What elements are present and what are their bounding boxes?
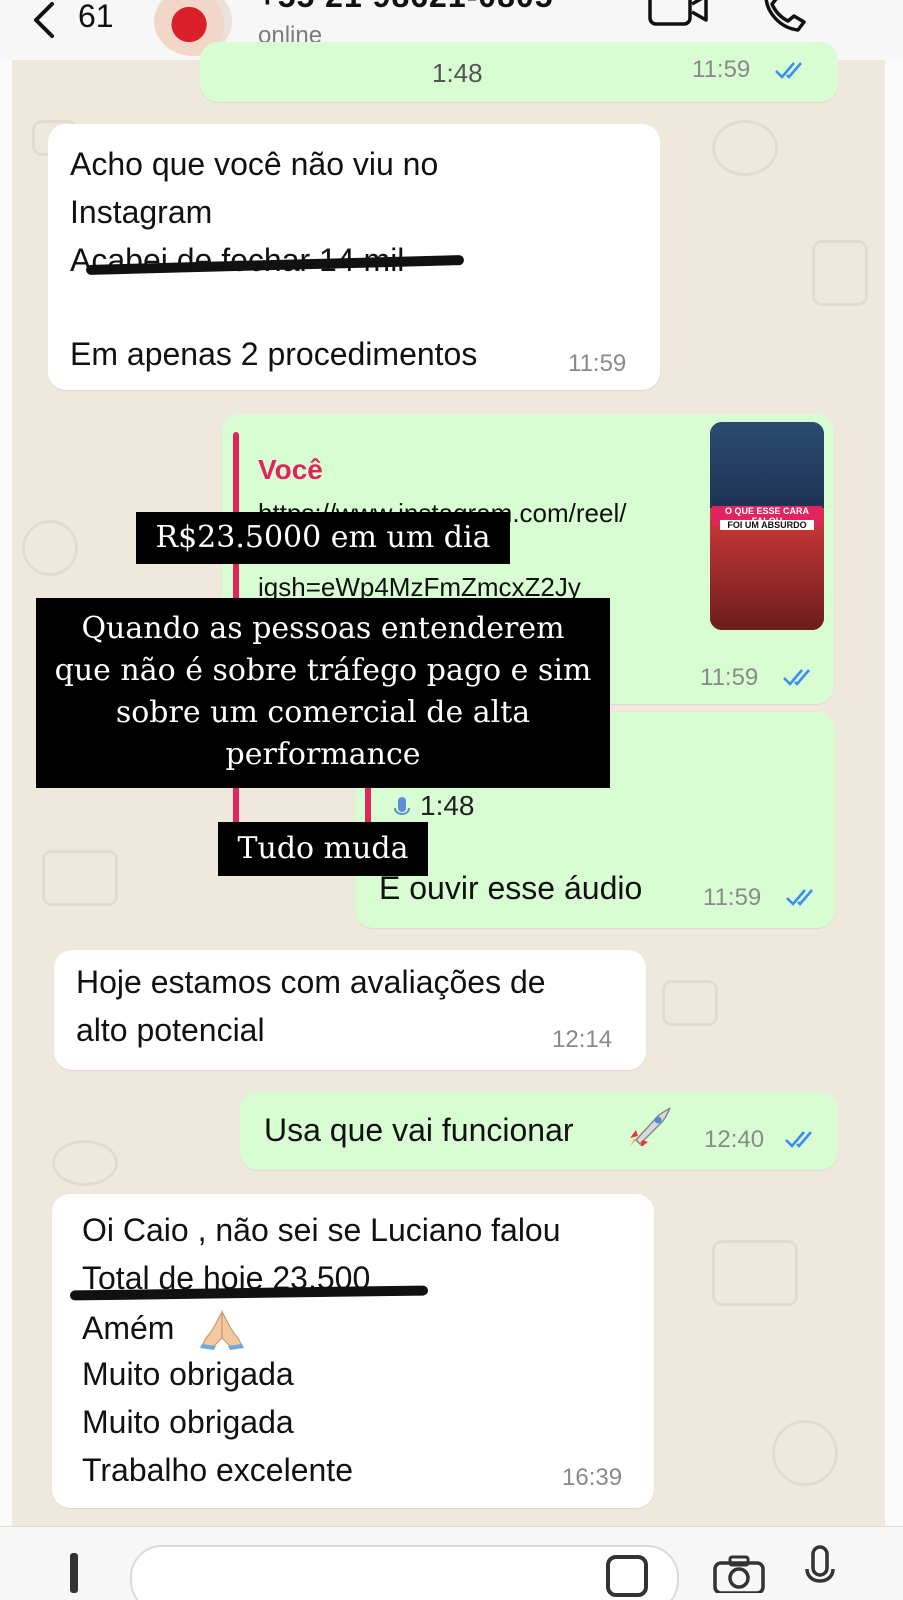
message-input[interactable] xyxy=(130,1545,679,1600)
outgoing-audio-message[interactable]: 1:48 11:59 xyxy=(200,42,838,102)
double-check-icon xyxy=(783,669,810,686)
message-line: Muito obrigada xyxy=(82,1404,294,1440)
audio-duration: 1:48 xyxy=(420,790,475,821)
overlay-caption: Tudo muda xyxy=(218,822,428,876)
camera-icon[interactable] xyxy=(712,1553,766,1593)
rocket-emoji xyxy=(630,1107,671,1146)
phone-icon[interactable] xyxy=(760,0,808,34)
message-line: Em apenas 2 procedimentos xyxy=(70,336,478,372)
message-line: Oi Caio , não sei se Luciano falou xyxy=(82,1212,561,1248)
message-line: Muito obrigada xyxy=(82,1356,294,1392)
message-time: 16:39 xyxy=(562,1464,623,1491)
contact-name[interactable]: +55 21 98621-0805 xyxy=(258,0,553,15)
message-time: 11:59 xyxy=(692,56,751,83)
right-edge xyxy=(885,0,903,1600)
wallpaper-doodle xyxy=(52,1140,118,1186)
message-line: Trabalho excelente xyxy=(82,1452,353,1488)
overlay-caption-block: Quando as pessoas entenderem que não é s… xyxy=(36,598,610,788)
overlay-caption-line: sobre um comercial de alta xyxy=(115,695,531,730)
reply-author: Você xyxy=(258,454,323,485)
double-check-icon xyxy=(775,62,802,79)
incoming-message[interactable]: Hoje estamos com avaliações de alto pote… xyxy=(54,950,646,1070)
wallpaper-doodle xyxy=(712,120,778,176)
thumbnail-caption: FOI UM ABSURDO xyxy=(720,520,814,530)
message-time: 11:59 xyxy=(703,884,762,911)
plus-icon[interactable] xyxy=(70,1553,78,1593)
double-check-icon xyxy=(786,889,813,906)
message-line: Amém xyxy=(82,1310,175,1346)
message-time: 11:59 xyxy=(568,350,627,377)
outgoing-message[interactable]: Usa que vai funcionar 12:40 xyxy=(240,1092,838,1170)
video-call-icon[interactable] xyxy=(648,0,710,28)
back-icon[interactable] xyxy=(30,0,60,40)
overlay-caption-line: que não é sobre tráfego pago e sim xyxy=(54,653,592,688)
sticker-icon[interactable] xyxy=(606,1555,648,1597)
wallpaper-doodle xyxy=(812,240,868,306)
message-time: 12:40 xyxy=(704,1126,765,1153)
double-check-icon xyxy=(785,1131,812,1148)
mic-icon xyxy=(394,797,410,815)
overlay-caption: R$23.5000 em um dia xyxy=(136,512,510,564)
chat-screen: 61 +55 21 98621-0805 online 1:48 11:59 A… xyxy=(0,0,903,1600)
message-line: Acho que você não viu no xyxy=(70,146,439,182)
thumbnail-image-top xyxy=(710,422,824,508)
message-text: Usa que vai funcionar xyxy=(264,1112,574,1148)
message-composer xyxy=(0,1526,903,1600)
wallpaper-doodle xyxy=(662,980,718,1026)
incoming-message[interactable]: Oi Caio , não sei se Luciano falou Total… xyxy=(52,1194,654,1508)
message-line: Hoje estamos com avaliações de xyxy=(76,964,546,1000)
message-time: 11:59 xyxy=(700,664,759,691)
message-time: 12:14 xyxy=(552,1026,613,1053)
message-line: alto potencial xyxy=(76,1012,265,1048)
left-edge xyxy=(0,0,12,1600)
incoming-message[interactable]: Acho que você não viu no Instagram Acabe… xyxy=(48,124,660,390)
overlay-caption-line: performance xyxy=(225,737,421,772)
link-preview-thumbnail[interactable]: O QUE ESSE CARA FALOU FOI UM ABSURDO xyxy=(710,422,824,630)
unread-count[interactable]: 61 xyxy=(78,0,114,35)
wallpaper-doodle xyxy=(712,1240,798,1306)
microphone-icon[interactable] xyxy=(805,1543,835,1593)
message-line: Instagram xyxy=(70,194,213,230)
wallpaper-doodle xyxy=(772,1420,838,1486)
wallpaper-doodle xyxy=(42,850,118,906)
audio-duration: 1:48 xyxy=(432,58,483,88)
wallpaper-doodle xyxy=(22,520,78,576)
overlay-caption-line: Quando as pessoas entenderem xyxy=(81,611,565,646)
praying-hands-emoji xyxy=(200,1310,244,1350)
